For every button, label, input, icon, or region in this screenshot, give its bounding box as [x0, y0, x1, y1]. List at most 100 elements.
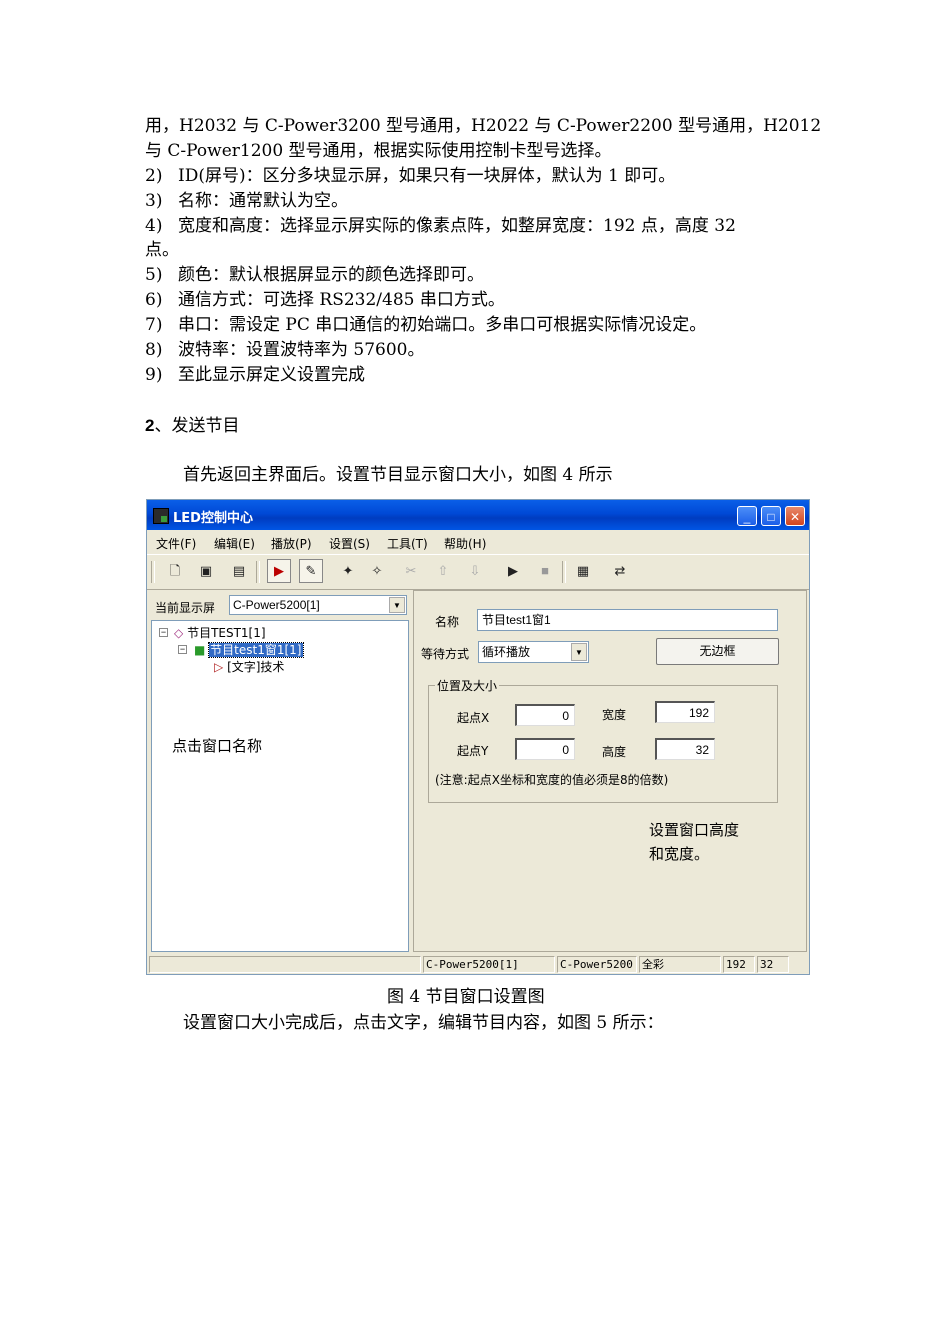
start-x-label: 起点X — [457, 711, 490, 725]
add-program-icon[interactable]: ✦ — [340, 563, 356, 579]
start-y-label: 起点Y — [457, 744, 489, 758]
text-item-icon: ▷ — [214, 660, 224, 674]
menu-play[interactable]: 播放(P) — [271, 535, 312, 552]
collapse-icon[interactable]: − — [178, 645, 187, 654]
tree-node-program-label: 节目TEST1[1] — [187, 626, 266, 640]
doc-line-1: 用，H2032 与 C-Power3200 型号通用，H2022 与 C-Pow… — [145, 116, 822, 136]
figure-caption: 图 4 节目窗口设置图 — [387, 987, 545, 1007]
menu-tools[interactable]: 工具(T) — [387, 535, 428, 552]
list-number: 6) — [145, 290, 163, 310]
collapse-icon[interactable]: − — [159, 628, 168, 637]
list-item: 9) 至此显示屏定义设置完成 — [145, 363, 365, 388]
left-pane: 当前显示屏 C-Power5200[1] ▼ − ◇ 节目TEST1[1] − … — [151, 590, 409, 952]
start-y-input[interactable]: 0 — [515, 738, 575, 760]
multiple-of-eight-notice: (注意:起点X坐标和宽度的值必须是8的倍数) — [435, 773, 669, 787]
current-screen-select[interactable]: C-Power5200[1] ▼ — [229, 595, 407, 615]
tree-node-text[interactable]: ▷ [文字]技术 — [214, 658, 284, 675]
section-title: 、发送节目 — [154, 416, 240, 436]
maximize-icon[interactable]: □ — [761, 506, 781, 526]
list-number: 7) — [145, 315, 163, 335]
group-label: 位置及大小 — [435, 677, 500, 694]
stop-icon[interactable]: ■ — [537, 563, 553, 579]
list-text: 波特率：设置波特率为 57600。 — [178, 340, 425, 360]
window-properties-pane: 名称 节目test1窗1 等待方式 循环播放 ▼ 无边框 位置及大小 起点X 0… — [413, 590, 807, 952]
list-number: 4) — [145, 216, 163, 236]
list-number: 5) — [145, 265, 163, 285]
status-screen: C-Power5200[1] — [423, 956, 555, 973]
list-item: 5) 颜色：默认根据屏显示的颜色选择即可。 — [145, 263, 484, 288]
delete-icon[interactable]: ✂ — [403, 563, 419, 579]
tree-node-program[interactable]: ◇ 节目TEST1[1] — [174, 624, 266, 641]
list-text: 通信方式：可选择 RS232/485 串口方式。 — [178, 290, 505, 310]
led-control-window: LED控制中心 _ □ ✕ 文件(F) 编辑(E) 播放(P) 设置(S) 工具… — [146, 499, 810, 975]
add-window-icon[interactable]: ✧ — [369, 563, 385, 579]
list-item: 3) 名称：通常默认为空。 — [145, 189, 348, 214]
list-number: 8) — [145, 340, 163, 360]
paragraph: 首先返回主界面后。设置节目显示窗口大小，如图 4 所示 — [183, 465, 613, 485]
program-icon: ◇ — [174, 626, 184, 640]
edit-icon: ✎ — [305, 563, 317, 578]
move-up-icon[interactable]: ⇧ — [435, 563, 451, 579]
window-title: LED控制中心 — [173, 511, 253, 526]
menu-bar: 文件(F) 编辑(E) 播放(P) 设置(S) 工具(T) 帮助(H) — [147, 530, 809, 552]
list-continuation: 点。 — [145, 240, 179, 260]
menu-edit[interactable]: 编辑(E) — [214, 535, 255, 552]
toolbar-separator — [151, 561, 155, 583]
chevron-down-icon: ▼ — [389, 597, 405, 613]
toolbar-separator — [562, 561, 566, 583]
close-icon[interactable]: ✕ — [785, 506, 805, 526]
list-number: 9) — [145, 365, 163, 385]
open-file-icon[interactable]: ▣ — [198, 563, 214, 579]
status-height: 32 — [757, 956, 789, 973]
move-down-icon[interactable]: ⇩ — [467, 563, 483, 579]
menu-settings[interactable]: 设置(S) — [329, 535, 370, 552]
preview-icon: ▶ — [274, 563, 284, 578]
width-label: 宽度 — [602, 708, 627, 722]
note-set-width: 和宽度。 — [649, 845, 710, 863]
name-input[interactable]: 节目test1窗1 — [477, 609, 778, 631]
list-item: 2) ID(屏号)：区分多块显示屏，如果只有一块屏体，默认为 1 即可。 — [145, 164, 675, 189]
wait-mode-value: 循环播放 — [482, 645, 531, 659]
status-color: 全彩 — [639, 956, 721, 973]
window-icon: ■ — [194, 643, 206, 657]
program-tree[interactable]: − ◇ 节目TEST1[1] − ■ 节目test1窗1[1] ▷ [文字]技术… — [151, 620, 409, 952]
play-icon[interactable]: ▶ — [505, 563, 521, 579]
chevron-down-icon: ▼ — [571, 643, 587, 661]
tree-node-window[interactable]: ■ 节目test1窗1[1] — [194, 641, 304, 658]
list-text: 至此显示屏定义设置完成 — [178, 365, 365, 385]
status-controller: C-Power5200 — [557, 956, 637, 973]
menu-file[interactable]: 文件(F) — [156, 535, 196, 552]
list-item: 6) 通信方式：可选择 RS232/485 串口方式。 — [145, 288, 505, 313]
list-item: 7) 串口：需设定 PC 串口通信的初始端口。多串口可根据实际情况设定。 — [145, 313, 706, 338]
paragraph: 设置窗口大小完成后，点击文字，编辑节目内容，如图 5 所示： — [183, 1013, 664, 1033]
wait-mode-select[interactable]: 循环播放 ▼ — [478, 641, 589, 663]
minimize-icon[interactable]: _ — [737, 506, 757, 526]
status-cell-empty — [149, 956, 421, 973]
menu-help[interactable]: 帮助(H) — [444, 535, 486, 552]
send-icon[interactable]: ⇄ — [612, 563, 628, 579]
list-text: ID(屏号)：区分多块显示屏，如果只有一块屏体，默认为 1 即可。 — [178, 166, 676, 186]
position-size-group: 位置及大小 起点X 0 宽度 192 起点Y 0 高度 32 (注意:起点X坐标… — [428, 677, 778, 803]
list-number: 3) — [145, 191, 163, 211]
list-number: 2) — [145, 166, 163, 186]
screen-settings-icon[interactable]: ▦ — [575, 563, 591, 579]
current-screen-value: C-Power5200[1] — [233, 598, 320, 612]
app-icon — [153, 508, 169, 524]
list-item: 4) 宽度和高度：选择显示屏实际的像素点阵，如整屏宽度：192 点，高度 32 — [145, 214, 736, 239]
title-bar: LED控制中心 _ □ ✕ — [147, 500, 809, 530]
new-file-icon[interactable]: 🗋 — [167, 563, 183, 579]
width-input[interactable]: 192 — [655, 701, 715, 723]
start-x-input[interactable]: 0 — [515, 704, 575, 726]
height-input[interactable]: 32 — [655, 738, 715, 760]
section-heading: 2、发送节目 — [145, 413, 239, 439]
doc-line-2: 与 C-Power1200 型号通用，根据实际使用控制卡型号选择。 — [145, 141, 612, 161]
list-item: 8) 波特率：设置波特率为 57600。 — [145, 338, 424, 363]
list-text: 串口：需设定 PC 串口通信的初始端口。多串口可根据实际情况设定。 — [178, 315, 707, 335]
wait-mode-label: 等待方式 — [421, 647, 470, 661]
tree-node-window-label: 节目test1窗1[1] — [208, 642, 304, 658]
note-set-height: 设置窗口高度 — [649, 821, 740, 839]
note-click-window-name: 点击窗口名称 — [172, 737, 263, 755]
border-button[interactable]: 无边框 — [656, 638, 779, 665]
tree-node-text-label: [文字]技术 — [227, 660, 285, 674]
save-file-icon[interactable]: ▤ — [231, 563, 247, 579]
